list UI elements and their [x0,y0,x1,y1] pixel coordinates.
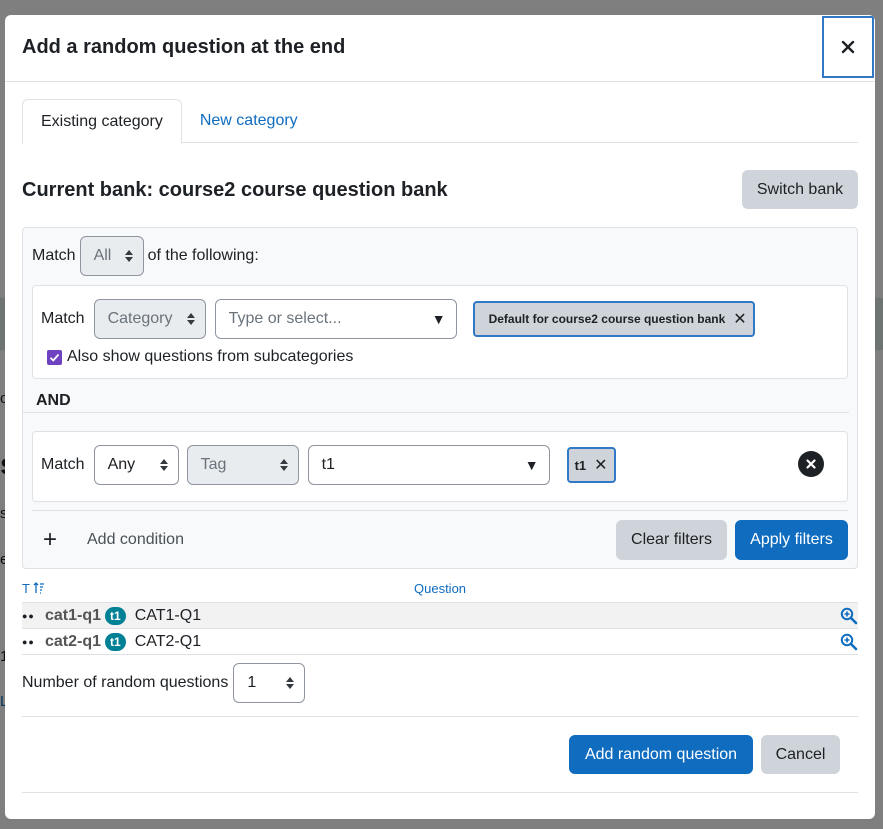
preview-zoom-icon[interactable] [840,633,858,651]
form-divider [22,716,858,717]
tag-condition: Match Any Tag t1 ▼ t1 ✕ [32,431,848,502]
category-condition-row: Match Category Type or select... ▼ Defau… [41,299,755,339]
tag-condition-row: Match Any Tag t1 ▼ t1 ✕ [41,445,616,485]
select-arrows-icon [279,459,288,471]
tag-chip[interactable]: t1 ✕ [566,447,616,483]
add-condition-label: Add condition [87,531,184,548]
of-following-label: of the following: [147,247,259,264]
switch-bank-button[interactable]: Switch bank [742,170,858,209]
caret-down-icon: ▼ [524,457,539,473]
dialog-header: Add a random question at the end [5,15,875,82]
category-type-value: Category [107,310,173,327]
random-question-dialog: Add a random question at the end Existin… [5,15,875,819]
subcategories-row: Also show questions from subcategories [47,348,353,366]
plus-icon: + [43,526,58,553]
match-label: Match [41,310,85,327]
select-arrows-icon [124,250,133,262]
random-count-select[interactable]: 1 [233,663,306,703]
footer-divider [22,792,858,793]
tab-existing-category[interactable]: Existing category [22,99,182,144]
category-chip-label: Default for course2 course question bank [488,312,726,326]
sort-question-header[interactable]: Question [414,581,466,596]
select-arrows-icon [159,459,168,471]
cancel-button[interactable]: Cancel [761,735,840,774]
subcategories-label: Also show questions from subcategories [67,348,354,365]
category-chip[interactable]: Default for course2 course question bank… [472,301,755,337]
select-arrows-icon [286,677,295,689]
caret-down-icon: ▼ [431,311,446,327]
random-count-row: Number of random questions 1 [22,663,306,703]
category-type-select[interactable]: Category [93,299,206,339]
match-join-value: All [93,247,112,264]
close-circle-icon [806,459,816,469]
filter-panel: Match All of the following: Match Catego… [22,227,858,569]
tag-mode-select[interactable]: Any [93,445,179,485]
tag-type-select[interactable]: Tag [186,445,299,485]
question-table-header: T Question [22,577,858,603]
tag-type-value: Tag [200,456,227,473]
tag-combobox-value: t1 [321,456,335,473]
category-combobox[interactable]: Type or select... ▼ [214,299,457,339]
apply-filters-button[interactable]: Apply filters [735,520,848,560]
match-label: Match [41,456,85,473]
category-tabs: Existing category New category [22,99,858,144]
sort-type-header[interactable]: T [22,581,45,596]
match-join-row: Match All of the following: [32,236,259,276]
tag-combobox[interactable]: t1 ▼ [307,445,550,485]
tag-chip-label: t1 [574,457,587,473]
add-condition-button[interactable]: + Add condition [43,520,184,560]
question-name: cat1-q1 [45,606,102,624]
clear-filters-button[interactable]: Clear filters [616,520,727,560]
current-bank-title: Current bank: course2 course question ba… [22,179,448,201]
check-icon [49,353,60,362]
random-count-value: 1 [247,674,257,691]
random-count-label: Number of random questions [22,674,229,691]
drag-handle-icon: ●● [22,636,35,647]
filter-footer-divider [32,510,848,511]
question-name: cat2-q1 [45,632,102,650]
match-join-select[interactable]: All [79,236,144,276]
remove-chip-icon[interactable]: ✕ [733,309,746,329]
category-condition: Match Category Type or select... ▼ Defau… [32,285,848,379]
dialog-title: Add a random question at the end [22,36,346,58]
table-row: ●● cat1-q1 t1 CAT1-Q1 [22,603,858,629]
question-text: CAT2-Q1 [134,632,202,650]
and-separator-line [23,412,849,413]
close-icon [841,40,855,54]
tag-badge: t1 [105,632,126,651]
sort-type-label: T [22,581,30,596]
and-separator-label: AND [36,392,71,409]
sort-icon [33,582,45,594]
tag-badge: t1 [105,606,126,625]
subcategories-checkbox[interactable] [47,349,62,365]
remove-condition-button[interactable] [798,451,824,477]
tag-mode-value: Any [107,456,136,473]
close-button[interactable] [822,16,874,78]
table-row: ●● cat2-q1 t1 CAT2-Q1 [22,629,858,655]
tab-new-category[interactable]: New category [182,99,316,143]
remove-chip-icon[interactable]: ✕ [594,455,607,475]
bank-row: Current bank: course2 course question ba… [22,170,858,210]
select-arrows-icon [186,313,195,325]
drag-handle-icon: ●● [22,610,35,621]
category-combobox-placeholder: Type or select... [228,310,342,327]
question-text: CAT1-Q1 [134,606,202,624]
preview-zoom-icon[interactable] [840,607,858,625]
match-label: Match [32,247,76,264]
add-random-question-button[interactable]: Add random question [569,735,753,774]
